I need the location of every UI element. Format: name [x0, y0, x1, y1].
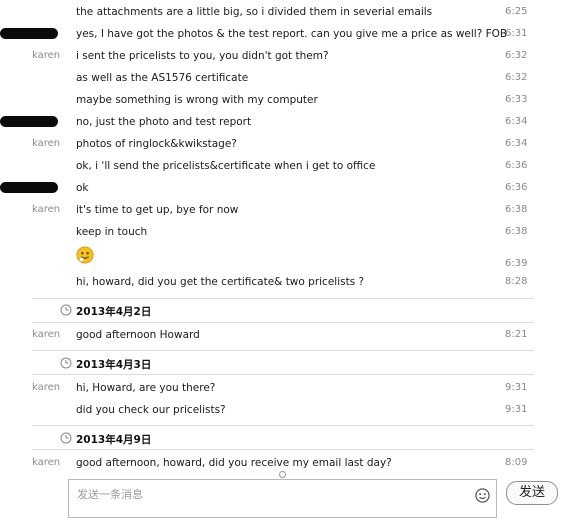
date-header: 2013年4月3日 — [0, 353, 563, 375]
message-text: the attachments are a little big, so i d… — [76, 6, 433, 18]
date-header: 2013年4月9日 — [0, 428, 563, 450]
message-row: karen good afternoon Howard 8:21 — [0, 325, 563, 347]
date-label: 2013年4月2日 — [76, 306, 152, 318]
message-time: 6:36 — [505, 160, 528, 171]
message-row: did you check our pricelists? 9:31 — [0, 400, 563, 422]
message-sender: karen — [32, 457, 61, 468]
message-row: the attachments are a little big, so i d… — [0, 2, 563, 24]
message-text: i sent the pricelists to you, you didn't… — [76, 50, 329, 62]
message-time: 6:36 — [505, 182, 528, 193]
clock-icon — [60, 304, 72, 316]
message-text: maybe something is wrong with my compute… — [76, 94, 318, 106]
message-time: 8:21 — [505, 329, 528, 340]
message-time: 6:39 — [505, 258, 528, 269]
message-text: hi, Howard, are you there? — [76, 382, 216, 394]
message-row: karen hi, Howard, are you there? 9:31 — [0, 378, 563, 400]
smiley-face-icon — [76, 246, 94, 264]
message-sender: karen — [32, 50, 61, 61]
message-time: 6:33 — [505, 94, 528, 105]
redacted-sender-name — [0, 28, 58, 39]
message-time: 6:34 — [505, 138, 528, 149]
message-time: 6:31 — [505, 28, 528, 39]
date-header: 2013年4月2日 — [0, 300, 563, 322]
redacted-sender-name — [0, 116, 58, 127]
message-row: karen i sent the pricelists to you, you … — [0, 46, 563, 68]
message-time: 8:28 — [505, 276, 528, 287]
message-input-placeholder: 发送一条消息 — [77, 488, 143, 501]
message-time: 6:32 — [505, 50, 528, 61]
send-button[interactable]: 发送 — [506, 481, 558, 505]
mouse-cursor-marker — [279, 471, 286, 478]
message-text: photos of ringlock&kwikstage? — [76, 138, 237, 150]
day-separator-line — [32, 350, 534, 351]
message-text: it's time to get up, bye for now — [76, 204, 239, 216]
message-time: 9:31 — [505, 404, 528, 415]
message-text: hi, howard, did you get the certificate&… — [76, 276, 365, 288]
message-time: 8:09 — [505, 457, 528, 468]
message-time: 6:32 — [505, 72, 528, 83]
message-sender: karen — [32, 329, 61, 340]
message-input[interactable]: 发送一条消息 — [68, 479, 497, 518]
message-time: 9:31 — [505, 382, 528, 393]
message-row: as well as the AS1576 certificate 6:32 — [0, 68, 563, 90]
message-row: ok 6:36 — [0, 178, 563, 200]
message-row: ok, i 'll send the pricelists&certificat… — [0, 156, 563, 178]
message-text: did you check our pricelists? — [76, 404, 226, 416]
message-sender: karen — [32, 138, 61, 149]
message-row: karen photos of ringlock&kwikstage? 6:34 — [0, 134, 563, 156]
date-label: 2013年4月3日 — [76, 359, 152, 371]
message-text: good afternoon Howard — [76, 329, 200, 341]
message-row: 6:39 — [0, 244, 563, 274]
day-separator-line — [32, 322, 534, 323]
message-time: 6:38 — [505, 226, 528, 237]
day-separator-line — [32, 374, 534, 375]
message-text: good afternoon, howard, did you receive … — [76, 457, 392, 469]
day-separator-line — [32, 298, 534, 299]
day-separator-line — [32, 449, 534, 450]
message-text: as well as the AS1576 certificate — [76, 72, 249, 84]
message-time: 6:34 — [505, 116, 528, 127]
message-row: keep in touch 6:38 — [0, 222, 563, 244]
clock-icon — [60, 357, 72, 369]
message-row: yes, I have got the photos & the test re… — [0, 24, 563, 46]
clock-icon — [60, 432, 72, 444]
smiley-face-icon[interactable] — [475, 488, 490, 503]
message-time: 6:38 — [505, 204, 528, 215]
message-row: no, just the photo and test report 6:34 — [0, 112, 563, 134]
message-sender: karen — [32, 382, 61, 393]
message-row: maybe something is wrong with my compute… — [0, 90, 563, 112]
message-text: no, just the photo and test report — [76, 116, 252, 128]
message-text: ok — [76, 182, 89, 194]
message-text: yes, I have got the photos & the test re… — [76, 28, 508, 40]
message-row: karen it's time to get up, bye for now 6… — [0, 200, 563, 222]
redacted-sender-name — [0, 182, 58, 193]
message-row: hi, howard, did you get the certificate&… — [0, 272, 563, 294]
message-time: 6:25 — [505, 6, 528, 17]
message-text: ok, i 'll send the pricelists&certificat… — [76, 160, 376, 172]
date-label: 2013年4月9日 — [76, 434, 152, 446]
message-text: keep in touch — [76, 226, 148, 238]
message-sender: karen — [32, 204, 61, 215]
day-separator-line — [32, 425, 534, 426]
chat-history: the attachments are a little big, so i d… — [0, 0, 563, 476]
